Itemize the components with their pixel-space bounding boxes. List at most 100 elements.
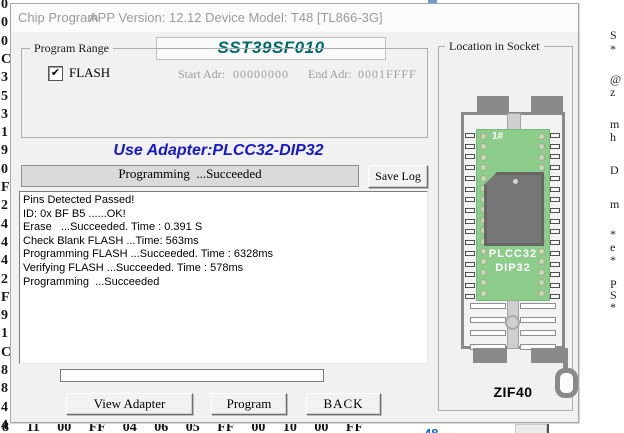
background-text-char: m	[610, 197, 624, 212]
adapter-pin-icon	[465, 187, 475, 192]
background-scrollbar-fragment	[515, 424, 547, 433]
log-output-area[interactable]: Pins Detected Passed!ID: 0x BF B5 ......…	[19, 191, 428, 364]
flash-checkbox-label: FLASH	[69, 65, 110, 81]
save-log-button[interactable]: Save Log	[368, 165, 428, 188]
adapter-pin-icon	[465, 294, 475, 299]
location-in-socket-groupbox: Location in Socket 1# PLCC32 DIP32	[438, 46, 573, 411]
dialog-titlebar: Chip Program APP Version: 12.12 Device M…	[11, 4, 578, 32]
adapter-pin-icon	[465, 165, 475, 170]
adapter-hole-icon	[480, 290, 487, 297]
adapter-hole-icon	[538, 290, 545, 297]
log-line: ID: 0x BF B5 ......OK!	[23, 208, 424, 222]
adapter-board: 1# PLCC32 DIP32	[476, 129, 550, 301]
plcc-socket-icon	[484, 172, 544, 246]
background-text-char: *	[610, 300, 624, 315]
chip-program-dialog: Chip Program APP Version: 12.12 Device M…	[10, 3, 579, 423]
adapter-pin-icon	[550, 283, 560, 288]
flash-checkbox[interactable]: ✔	[48, 66, 63, 81]
background-text-char: h	[610, 130, 624, 145]
pin1-marker: 1#	[492, 131, 503, 142]
plcc-pin1-dot-icon	[513, 179, 518, 184]
adapter-pin-icon	[465, 133, 475, 138]
adapter-pin-icon	[550, 187, 560, 192]
adapter-pin-icon	[550, 294, 560, 299]
background-text-char: S	[610, 28, 624, 43]
checkbox-check-icon: ✔	[51, 66, 60, 79]
background-text-char: *	[610, 253, 624, 268]
end-adr-label: End Adr:	[308, 67, 352, 82]
adapter-pin-icon	[550, 240, 560, 245]
adapter-hole-icon	[480, 279, 487, 286]
zif-slot-icon	[470, 317, 506, 323]
adapter-pin-icon	[550, 176, 560, 181]
adapter-hole-icon	[538, 133, 545, 140]
adapter-hole-icon	[538, 279, 545, 286]
back-button[interactable]: BACK	[306, 393, 381, 415]
program-range-label: Program Range	[30, 41, 113, 56]
adapter-pin-icon	[550, 229, 560, 234]
adapter-name-line2: DIP32	[477, 262, 549, 274]
status-progress-bar: Programming ...Succeeded	[21, 165, 359, 187]
dialog-title: Chip Program	[18, 10, 98, 25]
adapter-pin-icon	[550, 133, 560, 138]
program-button[interactable]: Program	[211, 393, 287, 415]
adapter-pin-icon	[465, 262, 475, 267]
background-text-char: D	[610, 163, 624, 178]
start-adr-value: 00000000	[233, 67, 289, 82]
dialog-subtitle: APP Version: 12.12 Device Model: T48 [TL…	[89, 10, 383, 25]
log-line: Pins Detected Passed!	[23, 194, 424, 208]
zif-slot-icon	[470, 330, 506, 336]
zif-socket-label: ZIF40	[461, 384, 565, 400]
zif-bottom-tab-left	[473, 348, 507, 363]
adapter-name-line1: PLCC32	[477, 248, 549, 260]
zif-top-tab-left	[477, 96, 509, 113]
log-line: Erase ...Succeeded. Time : 0.391 S	[23, 221, 424, 235]
adapter-hole-icon	[480, 154, 487, 161]
adapter-hole-icon	[538, 143, 545, 150]
adapter-pin-icon	[465, 197, 475, 202]
log-line: Check Blank FLASH ...Time: 563ms	[23, 235, 424, 249]
zif-slots-right	[520, 303, 556, 350]
zif-slot-icon	[520, 330, 556, 336]
zif-slot-icon	[470, 303, 506, 309]
adapter-pin-icon	[550, 154, 560, 159]
adapter-pin-icon	[550, 197, 560, 202]
adapter-pin-icon	[465, 144, 475, 149]
screen: 000C353190F24442F91C8844 8 11 00 FF 04 0…	[0, 0, 624, 433]
log-line: Verifying FLASH ...Succeeded. Time : 578…	[23, 262, 424, 276]
zif-slots-left	[470, 303, 506, 350]
adapter-pin-icon	[550, 144, 560, 149]
background-divider-fragment	[547, 422, 549, 433]
adapter-hole-icon	[480, 143, 487, 150]
adapter-pin-icon	[465, 176, 475, 181]
adapter-pin-icon	[550, 208, 560, 213]
adapter-pin-icon	[550, 219, 560, 224]
adapter-pin-icon	[550, 251, 560, 256]
background-blue-fragment-bottom: 48	[424, 426, 450, 433]
background-text-char: z	[610, 85, 624, 100]
zif-slot-icon	[520, 303, 556, 309]
zif-screw-icon	[505, 315, 520, 330]
zif-lever-arm	[563, 348, 568, 370]
adapter-hole-icon	[480, 133, 487, 140]
zif-top-tab-right	[531, 96, 563, 113]
log-line: Programming ...Succeeded	[23, 276, 424, 290]
program-range-groupbox: Program Range	[21, 48, 428, 138]
zif-slot-icon	[520, 317, 556, 323]
use-adapter-notice: Use Adapter:PLCC32-DIP32	[11, 142, 426, 160]
adapter-pin-icon	[465, 154, 475, 159]
adapter-pin-icon	[465, 251, 475, 256]
adapter-hole-icon	[538, 164, 545, 171]
view-adapter-button[interactable]: View Adapter	[66, 393, 193, 415]
zif-bottom-tab-right	[531, 348, 565, 363]
adapter-pin-icon	[465, 229, 475, 234]
overall-progress-bar	[60, 369, 324, 382]
location-in-socket-label: Location in Socket	[445, 39, 544, 54]
adapter-pin-icon	[465, 240, 475, 245]
log-line: Programming FLASH ...Succeeded. Time : 6…	[23, 248, 424, 262]
background-text-char: *	[610, 42, 624, 57]
adapter-pin-icon	[550, 272, 560, 277]
adapter-pin-icon	[465, 219, 475, 224]
adapter-hole-icon	[480, 175, 487, 182]
adapter-hole-icon	[538, 154, 545, 161]
